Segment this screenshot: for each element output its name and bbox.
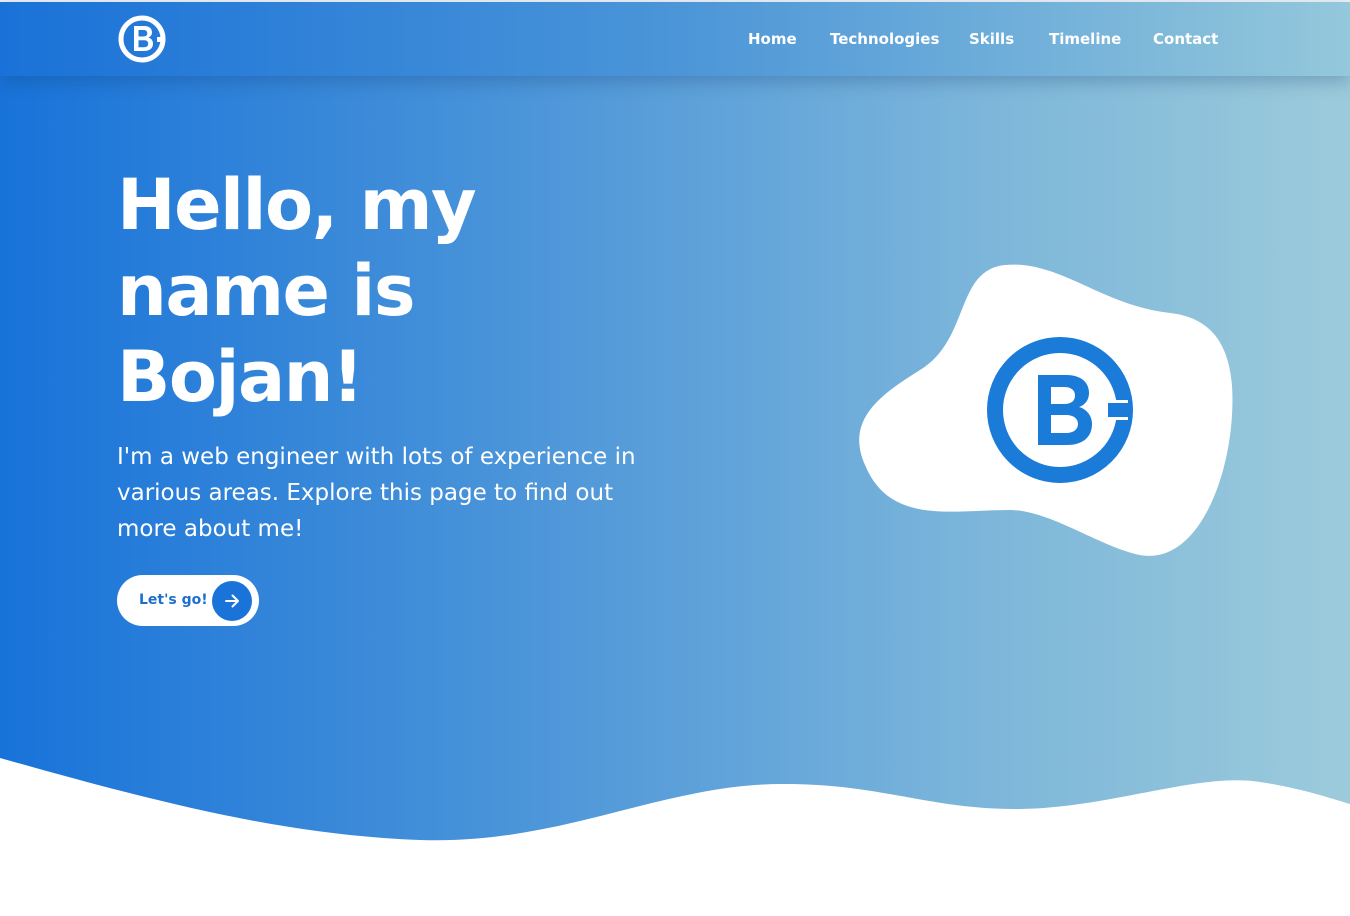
hero-title-line: Hello, my — [117, 164, 477, 246]
hero-subtitle-line: I'm a web engineer with lots of experien… — [117, 444, 636, 470]
hero-title-line: name is — [117, 250, 416, 332]
nav-links: Home Technologies Skills Timeline Contac… — [0, 2, 1350, 76]
hero-illustration — [859, 264, 1233, 556]
lets-go-button-label: Let's go! — [139, 592, 208, 608]
nav-link-skills[interactable]: Skills — [969, 29, 1014, 49]
nav-link-home[interactable]: Home — [748, 29, 797, 49]
lets-go-button[interactable]: Let's go! — [117, 575, 259, 626]
nav-link-contact[interactable]: Contact — [1153, 29, 1218, 49]
arrow-right-icon — [212, 581, 252, 621]
navbar: Home Technologies Skills Timeline Contac… — [0, 2, 1350, 76]
nav-link-technologies[interactable]: Technologies — [830, 29, 939, 49]
nav-link-timeline[interactable]: Timeline — [1049, 29, 1121, 49]
hero-subtitle-line: more about me! — [117, 516, 304, 542]
hero-title: Hello, my name is Bojan! — [117, 162, 717, 420]
hero-section: Home Technologies Skills Timeline Contac… — [0, 0, 1350, 916]
hero-subtitle-line: various areas. Explore this page to find… — [117, 480, 614, 506]
bottom-wave — [0, 758, 1350, 916]
hero-subtitle: I'm a web engineer with lots of experien… — [117, 439, 677, 547]
hero-title-line: Bojan! — [117, 336, 364, 418]
